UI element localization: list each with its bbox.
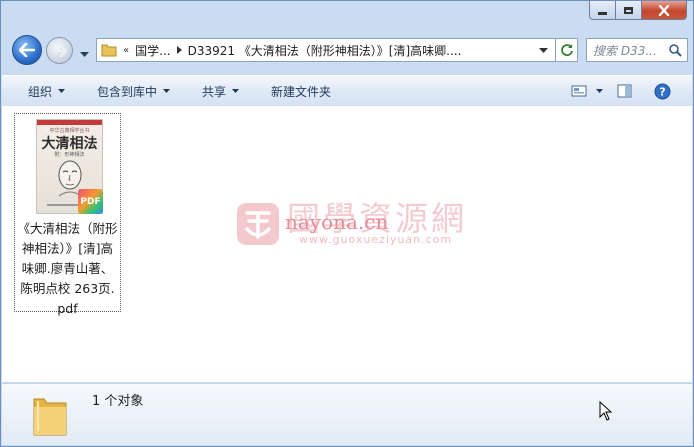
pdf-badge-label: PDF bbox=[80, 196, 101, 207]
recent-pages-dropdown[interactable] bbox=[80, 47, 89, 61]
breadcrumb-overflow[interactable]: « bbox=[123, 45, 129, 56]
close-icon bbox=[658, 4, 670, 16]
organize-label: 组织 bbox=[28, 84, 53, 99]
new-folder-label: 新建文件夹 bbox=[271, 84, 332, 99]
pdf-app-icon: PDF bbox=[78, 189, 103, 214]
watermark-subtitle: www.guoxueziyuan.com bbox=[299, 233, 453, 246]
chevron-down-icon bbox=[596, 89, 603, 93]
mouse-cursor-icon bbox=[599, 401, 612, 421]
maximize-button[interactable] bbox=[616, 1, 642, 20]
refresh-button[interactable] bbox=[556, 38, 578, 62]
watermark: 國學資源網 nayona.cn www.guoxueziyuan.com bbox=[235, 196, 465, 256]
search-box[interactable]: 搜索 D33... bbox=[586, 38, 688, 62]
file-name-line: 神相法）》[清]高 bbox=[21, 241, 113, 256]
command-bar: 组织 包含到库中 共享 新建文件夹 ? bbox=[2, 75, 692, 107]
file-name-line: 《大清相法（附形 bbox=[17, 221, 118, 236]
minimize-icon bbox=[598, 11, 607, 15]
address-dropdown-icon[interactable] bbox=[539, 48, 548, 54]
thumbnail-subtitle: 附：形神相法 bbox=[54, 152, 85, 158]
help-button[interactable]: ? bbox=[654, 76, 671, 106]
chevron-down-icon bbox=[58, 89, 66, 93]
preview-pane-icon bbox=[617, 84, 632, 98]
forward-arrow-icon bbox=[52, 44, 67, 57]
file-item-pdf[interactable]: 中华古典相学丛书 大清相法 附：形神相法 PDF 《大清相法（附形 神相法）》[… bbox=[14, 113, 121, 316]
folder-icon bbox=[101, 44, 117, 57]
folder-icon bbox=[33, 398, 67, 436]
breadcrumb-arrow-icon[interactable] bbox=[176, 46, 182, 54]
search-icon bbox=[669, 43, 682, 57]
watermark-url: nayona.cn bbox=[285, 210, 389, 234]
forward-button[interactable] bbox=[46, 37, 73, 64]
svg-text:?: ? bbox=[659, 85, 665, 98]
include-in-library-menu[interactable]: 包含到库中 bbox=[97, 76, 171, 106]
file-list-area[interactable]: 中华古典相学丛书 大清相法 附：形神相法 PDF 《大清相法（附形 神相法）》[… bbox=[2, 106, 692, 382]
navigation-bar: « 国学... D33921 《大清相法（附形神相法）》[清]高味卿.... 搜… bbox=[1, 32, 693, 68]
watermark-seal-icon bbox=[237, 203, 279, 245]
file-name[interactable]: 《大清相法（附形 神相法）》[清]高 味卿.廖青山著、 陈明点校 263页. p… bbox=[15, 219, 120, 319]
maximize-icon bbox=[624, 6, 633, 14]
close-button[interactable] bbox=[642, 1, 687, 20]
caption-buttons bbox=[589, 1, 687, 21]
address-bar[interactable]: « 国学... D33921 《大清相法（附形神相法）》[清]高味卿.... bbox=[96, 38, 556, 62]
item-count: 1 个对象 bbox=[92, 394, 144, 409]
help-icon: ? bbox=[654, 83, 671, 99]
minimize-button[interactable] bbox=[589, 1, 616, 20]
breadcrumb-current[interactable]: D33921 《大清相法（附形神相法）》[清]高味卿.... bbox=[188, 42, 462, 59]
breadcrumb-item[interactable]: 国学... bbox=[135, 42, 170, 59]
chevron-down-icon bbox=[232, 89, 240, 93]
preview-pane-button[interactable] bbox=[617, 76, 632, 106]
search-input[interactable]: 搜索 D33... bbox=[593, 42, 669, 59]
chevron-down-icon bbox=[163, 89, 171, 93]
back-arrow-icon bbox=[19, 43, 35, 57]
file-name-line: 味卿.廖青山著、 bbox=[21, 261, 114, 276]
thumbnail-title: 大清相法 bbox=[41, 136, 98, 152]
include-library-label: 包含到库中 bbox=[97, 84, 158, 99]
file-name-line: pdf bbox=[57, 301, 78, 316]
refresh-icon bbox=[560, 44, 573, 56]
new-folder-button[interactable]: 新建文件夹 bbox=[271, 76, 331, 106]
view-icon bbox=[571, 85, 587, 97]
file-name-line: 陈明点校 263页. bbox=[20, 281, 115, 296]
details-pane: 1 个对象 bbox=[2, 383, 692, 445]
change-view-button[interactable] bbox=[571, 76, 603, 106]
organize-menu[interactable]: 组织 bbox=[28, 76, 66, 106]
share-menu[interactable]: 共享 bbox=[202, 76, 240, 106]
back-button[interactable] bbox=[12, 35, 42, 65]
toolbar-right: ? bbox=[571, 76, 692, 106]
share-label: 共享 bbox=[202, 84, 227, 99]
thumbnail-band bbox=[37, 120, 102, 125]
chevron-down-icon bbox=[80, 52, 89, 57]
explorer-window: « 国学... D33921 《大清相法（附形神相法）》[清]高味卿.... 搜… bbox=[0, 0, 694, 447]
